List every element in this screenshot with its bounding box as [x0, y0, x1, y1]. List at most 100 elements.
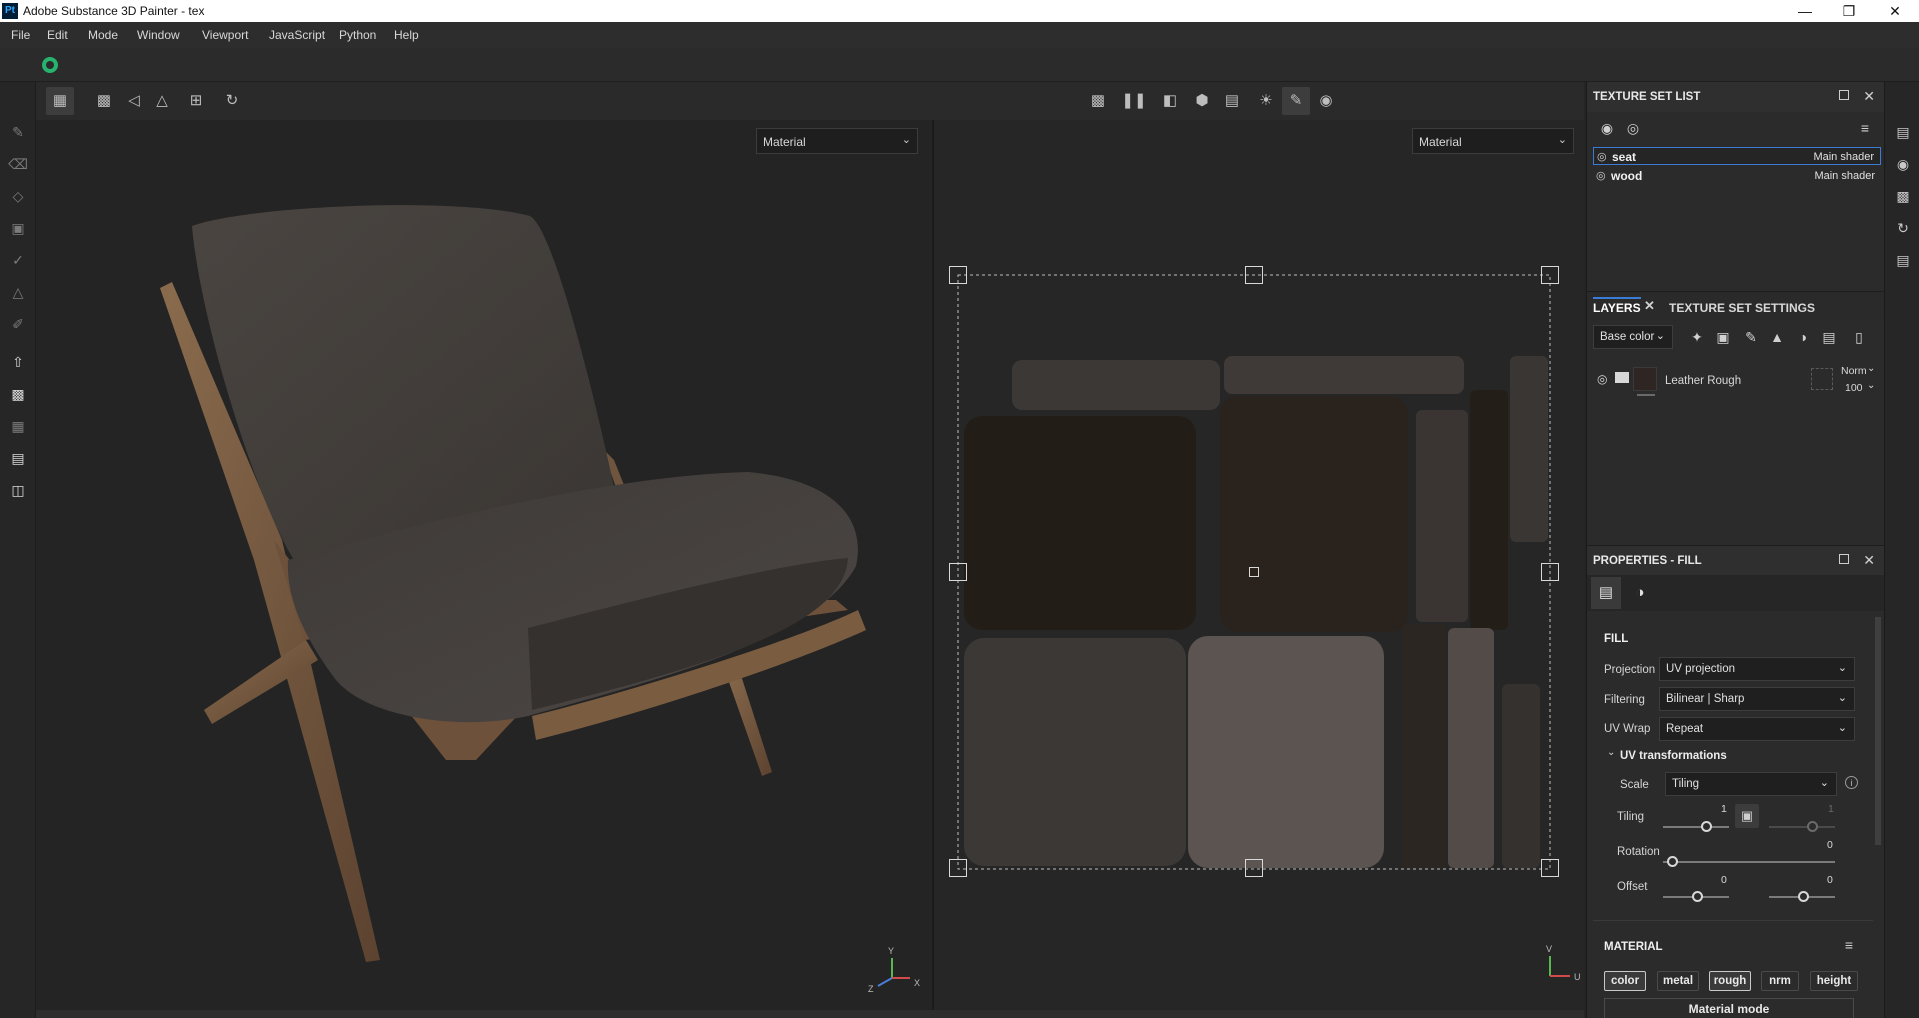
add-fill-layer-icon[interactable]: ▲	[1767, 327, 1787, 347]
close-panel-icon[interactable]: ✕	[1863, 88, 1875, 105]
chevron-down-icon[interactable]: ⌄	[1607, 747, 1615, 758]
uv-transformations-label[interactable]: UV transformations	[1620, 750, 1727, 762]
history-icon[interactable]: ↻	[218, 87, 246, 115]
rotation-knob[interactable]	[1667, 856, 1678, 867]
projection-select[interactable]: UV projection ⌄	[1659, 657, 1855, 681]
close-panel-icon[interactable]: ✕	[1863, 552, 1875, 569]
pause-icon[interactable]: ❚❚	[1120, 87, 1148, 115]
eye-icon[interactable]: ◎	[1623, 118, 1643, 138]
float-panel-icon[interactable]	[1839, 90, 1849, 100]
menu-file[interactable]: File	[11, 28, 30, 42]
info-icon[interactable]: i	[1845, 776, 1858, 789]
float-panel-icon[interactable]	[1839, 554, 1849, 564]
fill-properties-tab-icon[interactable]: ▤	[1591, 577, 1621, 609]
hide-mesh-icon[interactable]: ▩	[1084, 87, 1112, 115]
log-icon[interactable]: ▤	[1893, 250, 1913, 270]
eraser-icon[interactable]: ⌫	[8, 154, 28, 174]
color-picker-icon[interactable]: ✐	[8, 314, 28, 334]
material-picker-icon[interactable]: ▩	[8, 384, 28, 404]
display-settings-icon[interactable]: ▤	[1893, 122, 1913, 142]
eye-icon[interactable]: ◎	[1596, 169, 1606, 182]
layer-name[interactable]: Leather Rough	[1665, 375, 1741, 387]
transform-handle[interactable]	[1541, 859, 1559, 877]
tile-view-icon[interactable]: ▩	[90, 87, 118, 115]
rotation-slider[interactable]	[1663, 861, 1835, 863]
texture-set-row-seat[interactable]: ◎ seat Main shader	[1593, 147, 1881, 165]
tiling-v-slider[interactable]	[1769, 826, 1835, 828]
viewport-2d[interactable]: Material ⌄ V U	[932, 120, 1584, 1010]
visibility-toggle-icon[interactable]: ◉	[1597, 118, 1617, 138]
texture-set-shader[interactable]: Main shader	[1814, 170, 1875, 182]
viewport-3d[interactable]: Material ⌄ Y X Z	[36, 120, 930, 1010]
transform-handle[interactable]	[1245, 859, 1263, 877]
geometry-mask-icon[interactable]: ▣	[8, 218, 28, 238]
measure-icon[interactable]: ▤	[8, 448, 28, 468]
texture-set-icon[interactable]: ◫	[8, 480, 28, 500]
layer-opacity[interactable]: 100	[1845, 382, 1863, 394]
menu-javascript[interactable]: JavaScript	[269, 28, 325, 42]
shader-settings-icon[interactable]: ◉	[1893, 154, 1913, 174]
offset-u-knob[interactable]	[1692, 891, 1703, 902]
tiling-u-knob[interactable]	[1701, 821, 1712, 832]
material-mode-selector[interactable]: Material mode	[1604, 998, 1854, 1018]
tiling-u-slider[interactable]	[1663, 826, 1729, 828]
filtering-select[interactable]: Bilinear | Sharp ⌄	[1659, 687, 1855, 711]
paint-brush-icon[interactable]: ✎	[8, 122, 28, 142]
mask-slot[interactable]	[1811, 368, 1833, 390]
channel-rough-toggle[interactable]: rough	[1709, 971, 1751, 991]
channel-height-toggle[interactable]: height	[1810, 971, 1858, 991]
minimize-button[interactable]: —	[1782, 0, 1828, 22]
lighting-icon[interactable]: ☀	[1252, 87, 1280, 115]
delete-layer-icon[interactable]: ▯	[1849, 327, 1869, 347]
add-folder-icon[interactable]: ▤	[1819, 327, 1839, 347]
list-menu-icon[interactable]: ≡	[1855, 118, 1875, 138]
split-view-icon[interactable]: ◧	[1156, 87, 1184, 115]
transform-handle[interactable]	[1245, 266, 1263, 284]
channel-metal-toggle[interactable]: metal	[1657, 971, 1699, 991]
add-mask-icon[interactable]: ▣	[1713, 327, 1733, 347]
projection-icon[interactable]: ◇	[8, 186, 28, 206]
close-button[interactable]: ✕	[1872, 0, 1918, 22]
uvwrap-select[interactable]: Repeat ⌄	[1659, 717, 1855, 741]
scrollbar[interactable]	[1875, 617, 1881, 845]
smudge-icon[interactable]: ✓	[8, 250, 28, 270]
tab-texture-set-settings[interactable]: TEXTURE SET SETTINGS	[1669, 301, 1815, 315]
texture-set-row-wood[interactable]: ◎ wood Main shader	[1593, 167, 1881, 185]
history-icon[interactable]: ↻	[1893, 218, 1913, 238]
magic-wand-icon[interactable]: ✦	[1687, 327, 1707, 347]
offset-v-knob[interactable]	[1798, 891, 1809, 902]
menu-edit[interactable]: Edit	[47, 28, 68, 42]
transform-handle[interactable]	[1541, 563, 1559, 581]
menu-window[interactable]: Window	[137, 28, 180, 42]
menu-mode[interactable]: Mode	[88, 28, 118, 42]
transform-handle[interactable]	[949, 266, 967, 284]
clone-stamp-icon[interactable]: △	[8, 282, 28, 302]
transform-handle[interactable]	[949, 859, 967, 877]
camera-icon[interactable]: ▤	[1218, 87, 1246, 115]
add-frame-icon[interactable]: ⊞	[182, 87, 210, 115]
texture-set-shader[interactable]: Main shader	[1813, 151, 1874, 163]
cube-view-icon[interactable]: ⬢	[1188, 87, 1216, 115]
material-tab-icon[interactable]: ◑	[1625, 577, 1655, 609]
polygon-fill-icon[interactable]: ▦	[8, 416, 28, 436]
add-effect-icon[interactable]: ◑	[1793, 327, 1813, 347]
menu-viewport[interactable]: Viewport	[202, 28, 248, 42]
sync-status-icon[interactable]	[42, 57, 58, 73]
transform-center-handle[interactable]	[1249, 567, 1259, 577]
channel-nrm-toggle[interactable]: nrm	[1761, 971, 1799, 991]
tab-layers[interactable]: LAYERS	[1593, 297, 1641, 315]
assets-icon[interactable]: ▩	[1893, 186, 1913, 206]
close-tab-icon[interactable]: ✕	[1644, 298, 1655, 314]
menu-python[interactable]: Python	[339, 28, 376, 42]
channel-color-toggle[interactable]: color	[1604, 971, 1646, 991]
layer-blend-mode[interactable]: Norm	[1841, 365, 1867, 377]
eye-icon[interactable]: ◎	[1597, 372, 1607, 386]
lock-icon[interactable]: ▣	[1735, 804, 1759, 828]
channel-select[interactable]: Base color ⌄	[1593, 325, 1673, 349]
maximize-button[interactable]: ❐	[1826, 0, 1872, 22]
bake-export-icon[interactable]: ⇧	[8, 352, 28, 372]
transform-handle[interactable]	[1541, 266, 1559, 284]
add-paint-layer-icon[interactable]: ✎	[1741, 327, 1761, 347]
grid-view-icon[interactable]: ▦	[46, 87, 74, 115]
layer-row[interactable]: ◎ Leather Rough Norm ⌄ 100 ⌄	[1587, 362, 1885, 402]
